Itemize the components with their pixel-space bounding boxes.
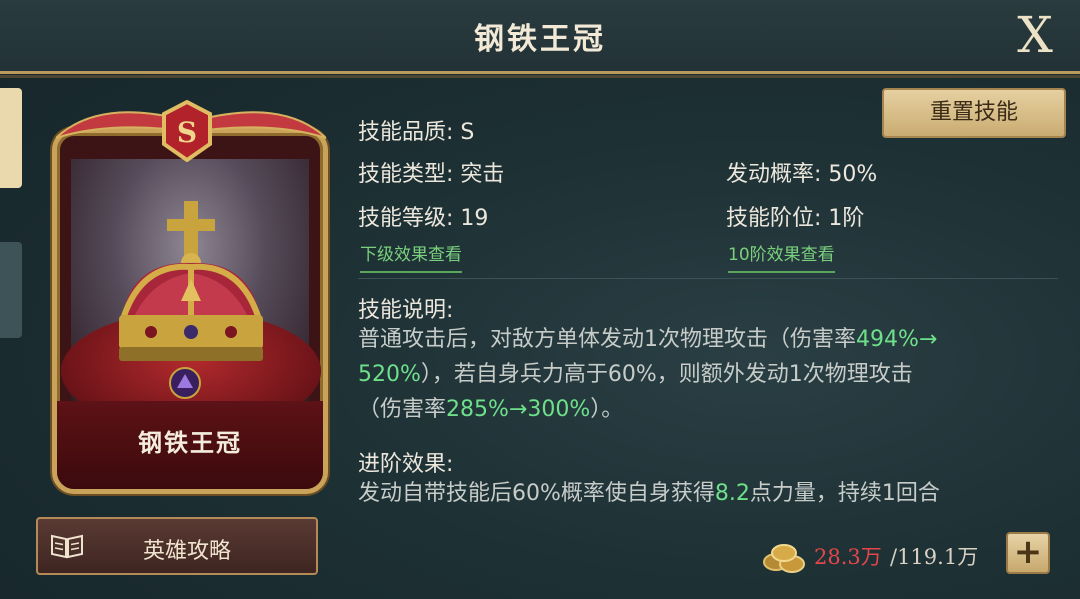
coins-icon bbox=[763, 544, 805, 573]
faction-emblem-icon bbox=[169, 367, 201, 399]
skill-type: 技能类型: 突击 bbox=[358, 162, 505, 187]
advance-effect-heading: 进阶效果: bbox=[358, 452, 454, 477]
crown-icon bbox=[119, 201, 263, 361]
description-text: ）。 bbox=[590, 397, 624, 422]
description-line-2: 520%），若自身兵力高于60%，则额外发动1次物理攻击 bbox=[358, 357, 913, 392]
advance-text: 点力量，持续1回合 bbox=[749, 481, 940, 506]
damage-rate-value: 285%→300% bbox=[446, 397, 591, 422]
section-divider bbox=[358, 278, 1058, 279]
skill-tier: 技能阶位: 1阶 bbox=[726, 206, 865, 231]
add-resource-button[interactable]: + bbox=[1006, 532, 1050, 574]
trigger-rate: 发动概率: 50% bbox=[726, 162, 878, 187]
tier10-effect-link[interactable]: 10阶效果查看 bbox=[728, 240, 835, 273]
advance-effect-line: 发动自带技能后60%概率使自身获得8.2点力量，持续1回合 bbox=[358, 476, 940, 511]
hero-guide-label: 英雄攻略 bbox=[142, 539, 231, 564]
resource-current: 28.3万 bbox=[814, 545, 882, 569]
description-text: ），若自身兵力高于60%，则额外发动1次物理攻击 bbox=[420, 362, 913, 387]
description-line-3: （伤害率285%→300%）。 bbox=[358, 392, 623, 427]
window-title: 钢铁王冠 bbox=[474, 22, 606, 57]
side-tab[interactable] bbox=[0, 242, 22, 338]
description-text: 普通攻击后，对敌方单体发动1次物理攻击（伤害率 bbox=[358, 327, 856, 352]
side-tab-active[interactable] bbox=[0, 88, 22, 188]
resource-max: /119.1万 bbox=[890, 545, 979, 569]
reset-skill-button[interactable]: 重置技能 bbox=[882, 88, 1066, 138]
description-text: （伤害率 bbox=[358, 397, 447, 422]
description-heading: 技能说明: bbox=[358, 298, 454, 323]
title-bar: 钢铁王冠 X bbox=[0, 0, 1080, 78]
card-name: 钢铁王冠 bbox=[138, 429, 242, 457]
damage-rate-value: 520% bbox=[358, 362, 421, 387]
damage-rate-value: 494%→ bbox=[856, 327, 938, 352]
close-button[interactable]: X bbox=[1010, 6, 1060, 64]
description-line-1: 普通攻击后，对敌方单体发动1次物理攻击（伤害率494%→ bbox=[358, 322, 937, 357]
grade-letter: S bbox=[177, 116, 197, 149]
grade-s-badge: S bbox=[162, 100, 212, 162]
skill-level: 技能等级: 19 bbox=[358, 206, 489, 231]
next-level-effect-link[interactable]: 下级效果查看 bbox=[360, 240, 462, 273]
skill-detail-panel: 钢铁王冠 X 钢铁王冠 S 英雄攻略 重置技能 技能品质: S 技能类型: 突击… bbox=[0, 0, 1080, 599]
skill-card: 钢铁王冠 bbox=[52, 128, 328, 494]
skill-quality: 技能品质: S bbox=[358, 120, 475, 145]
strength-value: 8.2 bbox=[714, 481, 750, 506]
hero-guide-button[interactable]: 英雄攻略 bbox=[36, 517, 318, 575]
advance-text: 发动自带技能后60%概率使自身获得 bbox=[358, 481, 715, 506]
